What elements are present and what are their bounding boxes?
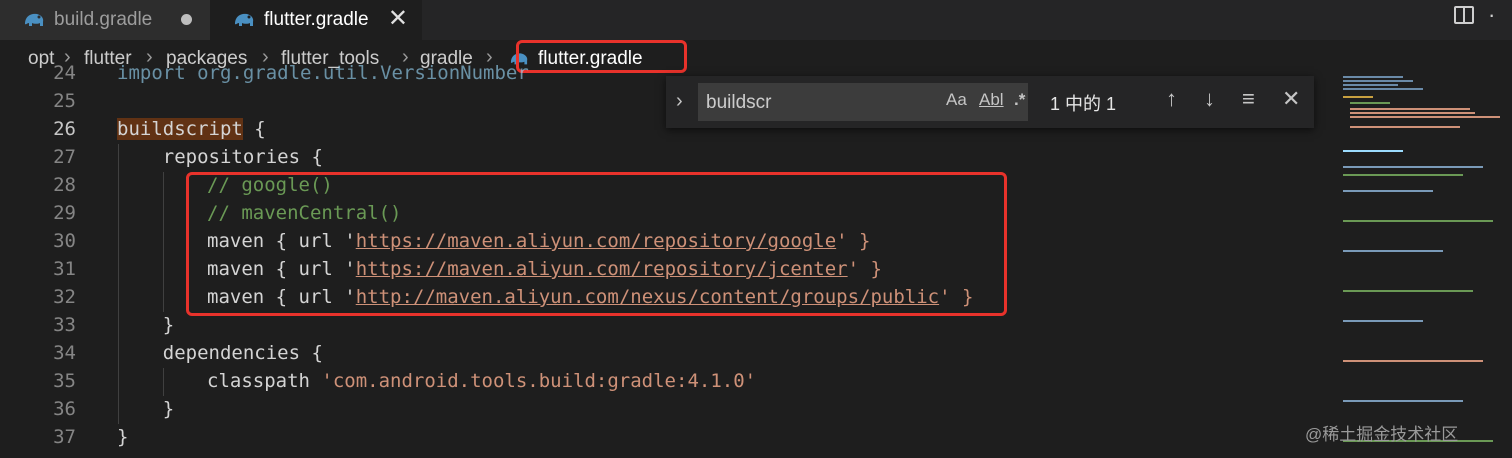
minimap[interactable]	[1340, 70, 1512, 458]
search-match: buildscript	[117, 118, 243, 140]
tab-flutter-gradle[interactable]: flutter.gradle ✕	[210, 0, 422, 40]
line-number: 31	[53, 258, 76, 280]
gradle-elephant-icon	[235, 13, 254, 26]
close-icon[interactable]: ✕	[1282, 86, 1300, 112]
line-number: 25	[53, 90, 76, 112]
watermark: @稀土掘金技术社区	[1305, 425, 1459, 444]
code-line: }	[117, 426, 129, 448]
find-widget: › buildscr Aa Abl .* 1 中的 1 ↑ ↓ ≡ ✕	[666, 76, 1314, 128]
minimap-line	[1343, 80, 1413, 82]
chevron-right-icon[interactable]: ›	[676, 90, 683, 113]
regex-icon[interactable]: .*	[1014, 90, 1025, 110]
minimap-line	[1343, 88, 1423, 90]
close-icon[interactable]: ✕	[388, 6, 408, 32]
indent-guide	[163, 368, 164, 396]
tab-bar: build.gradle flutter.gradle ✕ ·	[0, 0, 1512, 40]
line-number: 34	[53, 342, 76, 364]
line-number: 28	[53, 174, 76, 196]
minimap-line	[1350, 116, 1500, 118]
minimap-line	[1343, 166, 1483, 168]
annotation-box-filename	[516, 40, 687, 73]
code-line: repositories {	[117, 146, 323, 168]
code-token: classpath	[207, 370, 322, 392]
indent-guide	[118, 144, 119, 424]
minimap-line	[1350, 126, 1460, 128]
minimap-line	[1343, 290, 1473, 292]
minimap-line	[1343, 76, 1403, 78]
minimap-line	[1343, 174, 1463, 176]
minimap-line	[1343, 400, 1463, 402]
code-line: }	[117, 398, 175, 420]
code-line: buildscript {	[117, 118, 266, 140]
line-number: 27	[53, 146, 76, 168]
code-line: }	[117, 314, 175, 336]
more-actions-icon[interactable]: ·	[1488, 2, 1496, 28]
tab-build-gradle[interactable]: build.gradle	[0, 0, 210, 40]
match-count: 1 中的 1	[1050, 94, 1117, 114]
indent-guide	[163, 172, 164, 312]
code-line: dependencies {	[117, 342, 323, 364]
minimap-line	[1343, 320, 1423, 322]
line-number: 30	[53, 230, 76, 252]
code-line: import org.gradle.util.VersionNumber	[117, 62, 529, 84]
minimap-line	[1350, 108, 1470, 110]
line-number: 35	[53, 370, 76, 392]
line-number: 33	[53, 314, 76, 336]
arrow-down-icon[interactable]: ↓	[1204, 86, 1215, 112]
minimap-line	[1350, 112, 1475, 114]
code-line: classpath 'com.android.tools.build:gradl…	[207, 370, 756, 392]
match-case-icon[interactable]: Aa	[946, 90, 967, 110]
minimap-line	[1343, 84, 1398, 86]
line-number: 24	[53, 62, 76, 84]
line-number: 26	[53, 118, 76, 140]
tab-label: flutter.gradle	[264, 9, 369, 30]
find-input-value: buildscr	[706, 92, 772, 113]
whole-word-icon[interactable]: Abl	[979, 90, 1004, 110]
gradle-elephant-icon	[25, 13, 44, 26]
find-in-selection-icon[interactable]: ≡	[1242, 86, 1255, 112]
minimap-line	[1343, 360, 1483, 362]
minimap-line	[1350, 102, 1390, 104]
annotation-box-repositories	[186, 172, 1007, 316]
line-number: 36	[53, 398, 76, 420]
split-editor-icon[interactable]	[1454, 6, 1474, 24]
minimap-line	[1343, 96, 1373, 98]
code-token: {	[242, 118, 266, 140]
arrow-up-icon[interactable]: ↑	[1166, 86, 1177, 112]
code-string: 'com.android.tools.build:gradle:4.1.0'	[321, 370, 757, 392]
line-number: 37	[53, 426, 76, 448]
modified-dot-icon[interactable]	[181, 14, 192, 25]
minimap-line	[1343, 220, 1493, 222]
minimap-line	[1343, 190, 1433, 192]
line-number: 32	[53, 286, 76, 308]
minimap-line	[1343, 150, 1403, 152]
minimap-line	[1343, 250, 1443, 252]
line-number: 29	[53, 202, 76, 224]
tab-label: build.gradle	[54, 9, 153, 30]
